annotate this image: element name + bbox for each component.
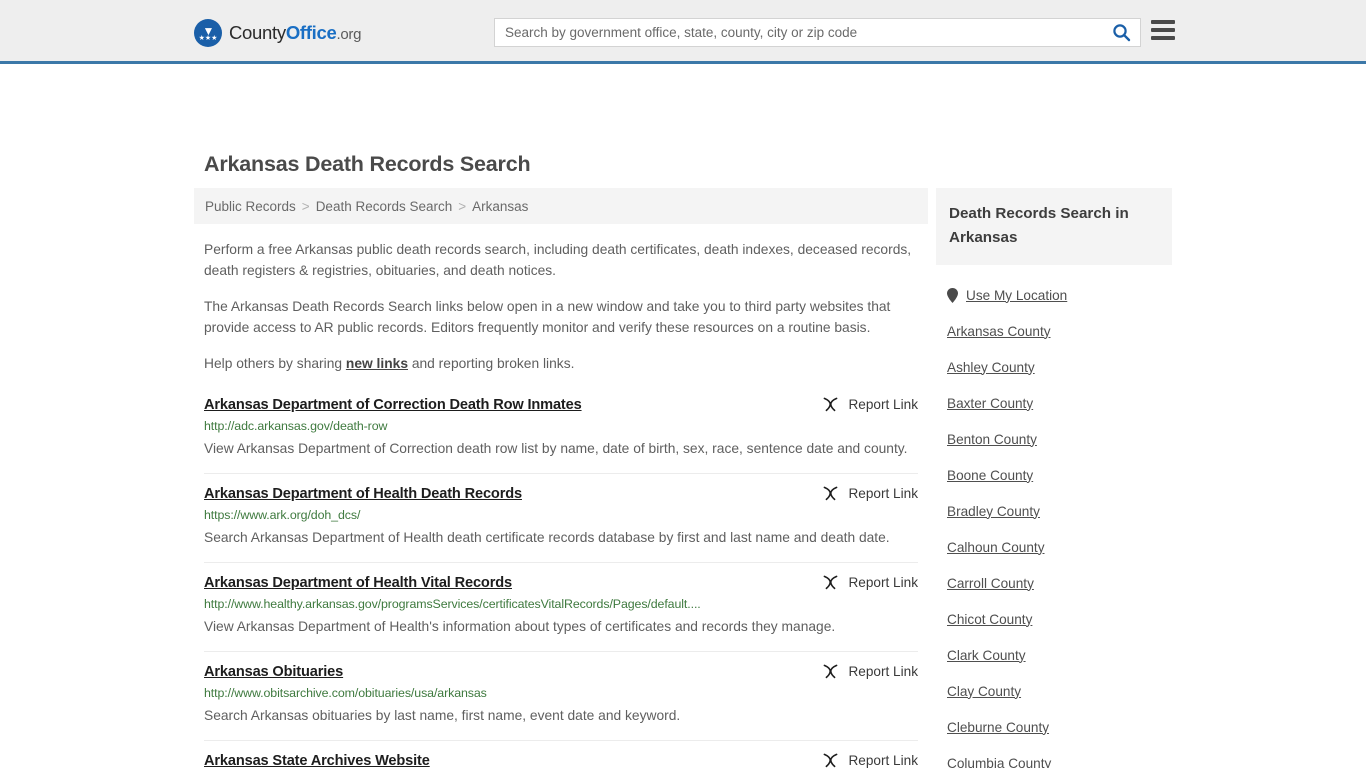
sidebar-item-county[interactable]: Columbia County xyxy=(936,745,1172,768)
sidebar: Death Records Search in Arkansas Use My … xyxy=(936,188,1172,768)
county-link[interactable]: Benton County xyxy=(947,432,1037,447)
eagle-shield-logo-icon: ▼ ★★★ xyxy=(194,19,222,47)
broken-link-icon xyxy=(822,663,839,680)
result-description: Search Arkansas Department of Health dea… xyxy=(204,529,890,545)
sidebar-item-county[interactable]: Calhoun County xyxy=(936,529,1172,565)
search-button[interactable] xyxy=(1102,19,1140,46)
county-link[interactable]: Bradley County xyxy=(947,504,1040,519)
logo-text-county: County xyxy=(229,22,286,43)
result-item: Arkansas State Archives Website Report L… xyxy=(204,739,918,768)
result-description: View Arkansas Department of Health's inf… xyxy=(204,618,836,634)
breadcrumb-separator: > xyxy=(301,198,310,214)
result-url: http://www.healthy.arkansas.gov/programs… xyxy=(204,596,701,611)
sidebar-item-county[interactable]: Chicot County xyxy=(936,601,1172,637)
sidebar-item-county[interactable]: Ashley County xyxy=(936,349,1172,385)
breadcrumb-item-death-records-search[interactable]: Death Records Search xyxy=(316,199,453,214)
report-link-button[interactable]: Report Link xyxy=(822,663,918,680)
search-icon xyxy=(1112,23,1131,42)
main-content: Public Records > Death Records Search > … xyxy=(194,188,928,768)
result-title-link[interactable]: Arkansas Obituaries xyxy=(204,664,343,680)
result-item: Arkansas Department of Health Death Reco… xyxy=(204,472,918,562)
county-link[interactable]: Baxter County xyxy=(947,396,1033,411)
county-link[interactable]: Cleburne County xyxy=(947,720,1049,735)
new-links-link[interactable]: new links xyxy=(346,356,408,371)
report-link-button[interactable]: Report Link xyxy=(822,396,918,413)
result-description: View Arkansas Department of Correction d… xyxy=(204,440,908,456)
report-link-button[interactable]: Report Link xyxy=(822,485,918,502)
intro-paragraph-2: The Arkansas Death Records Search links … xyxy=(204,299,891,335)
broken-link-icon xyxy=(822,396,839,413)
report-link-label: Report Link xyxy=(848,574,918,590)
logo-text-org: .org xyxy=(336,26,362,43)
hamburger-menu-icon[interactable] xyxy=(1151,20,1175,40)
result-title-link[interactable]: Arkansas Department of Health Death Reco… xyxy=(204,486,522,502)
county-link[interactable]: Arkansas County xyxy=(947,324,1051,339)
result-url: https://www.ark.org/doh_dcs/ xyxy=(204,507,361,522)
intro-paragraph-3: Help others by sharing new links and rep… xyxy=(204,354,918,375)
sidebar-county-list: Use My Location Arkansas County Ashley C… xyxy=(936,277,1172,768)
sidebar-item-county[interactable]: Bradley County xyxy=(936,493,1172,529)
search-input[interactable] xyxy=(495,19,1102,46)
site-header: ▼ ★★★ CountyOffice.org xyxy=(0,0,1366,64)
report-link-label: Report Link xyxy=(848,752,918,768)
search-bar[interactable] xyxy=(494,18,1141,47)
logo-text: CountyOffice.org xyxy=(229,22,361,44)
intro-text: Perform a free Arkansas public death rec… xyxy=(194,240,928,375)
county-link[interactable]: Clark County xyxy=(947,648,1026,663)
county-link[interactable]: Clay County xyxy=(947,684,1021,699)
report-link-label: Report Link xyxy=(848,396,918,412)
burger-bar xyxy=(1151,36,1175,40)
result-title-link[interactable]: Arkansas State Archives Website xyxy=(204,753,430,768)
county-link[interactable]: Chicot County xyxy=(947,612,1032,627)
sidebar-item-county[interactable]: Carroll County xyxy=(936,565,1172,601)
sidebar-item-county[interactable]: Cleburne County xyxy=(936,709,1172,745)
site-logo[interactable]: ▼ ★★★ CountyOffice.org xyxy=(194,19,361,47)
report-link-button[interactable]: Report Link xyxy=(822,574,918,591)
intro-p3-before: Help others by sharing xyxy=(204,356,346,371)
county-link[interactable]: Carroll County xyxy=(947,576,1034,591)
result-title-link[interactable]: Arkansas Department of Health Vital Reco… xyxy=(204,575,512,591)
results-list: Arkansas Department of Correction Death … xyxy=(194,396,928,768)
county-link[interactable]: Boone County xyxy=(947,468,1033,483)
result-url: http://adc.arkansas.gov/death-row xyxy=(204,418,388,433)
breadcrumb-item-public-records[interactable]: Public Records xyxy=(205,199,296,214)
sidebar-header: Death Records Search in Arkansas xyxy=(936,188,1172,265)
result-description: Search Arkansas obituaries by last name,… xyxy=(204,707,681,723)
broken-link-icon xyxy=(822,752,839,768)
use-my-location-link[interactable]: Use My Location xyxy=(966,288,1067,303)
sidebar-heading: Death Records Search in Arkansas xyxy=(949,205,1129,246)
burger-bar xyxy=(1151,28,1175,32)
county-link[interactable]: Ashley County xyxy=(947,360,1035,375)
report-link-button[interactable]: Report Link xyxy=(822,752,918,768)
burger-bar xyxy=(1151,20,1175,24)
sidebar-item-county[interactable]: Baxter County xyxy=(936,385,1172,421)
sidebar-item-county[interactable]: Arkansas County xyxy=(936,313,1172,349)
breadcrumb: Public Records > Death Records Search > … xyxy=(194,188,928,224)
intro-p3-after: and reporting broken links. xyxy=(408,356,575,371)
report-link-label: Report Link xyxy=(848,663,918,679)
broken-link-icon xyxy=(822,574,839,591)
sidebar-item-county[interactable]: Benton County xyxy=(936,421,1172,457)
broken-link-icon xyxy=(822,485,839,502)
sidebar-item-county[interactable]: Clay County xyxy=(936,673,1172,709)
breadcrumb-separator: > xyxy=(458,198,467,214)
result-url: http://www.obitsarchive.com/obituaries/u… xyxy=(204,685,487,700)
breadcrumb-item-arkansas[interactable]: Arkansas xyxy=(472,199,528,214)
result-item: Arkansas Obituaries http://www.obitsarch… xyxy=(204,650,918,740)
result-item: Arkansas Department of Health Vital Reco… xyxy=(204,561,918,651)
sidebar-item-use-my-location[interactable]: Use My Location xyxy=(936,277,1172,313)
county-link[interactable]: Calhoun County xyxy=(947,540,1045,555)
report-link-label: Report Link xyxy=(848,485,918,501)
sidebar-item-county[interactable]: Boone County xyxy=(936,457,1172,493)
intro-paragraph-1: Perform a free Arkansas public death rec… xyxy=(204,242,912,278)
result-title-link[interactable]: Arkansas Department of Correction Death … xyxy=(204,397,582,413)
county-link[interactable]: Columbia County xyxy=(947,756,1051,768)
page-body: Arkansas Death Records Search Public Rec… xyxy=(0,64,1366,768)
sidebar-item-county[interactable]: Clark County xyxy=(936,637,1172,673)
page-title: Arkansas Death Records Search xyxy=(204,152,531,176)
result-item: Arkansas Department of Correction Death … xyxy=(204,396,918,473)
map-pin-icon xyxy=(947,287,958,303)
logo-text-office: Office xyxy=(285,22,337,43)
